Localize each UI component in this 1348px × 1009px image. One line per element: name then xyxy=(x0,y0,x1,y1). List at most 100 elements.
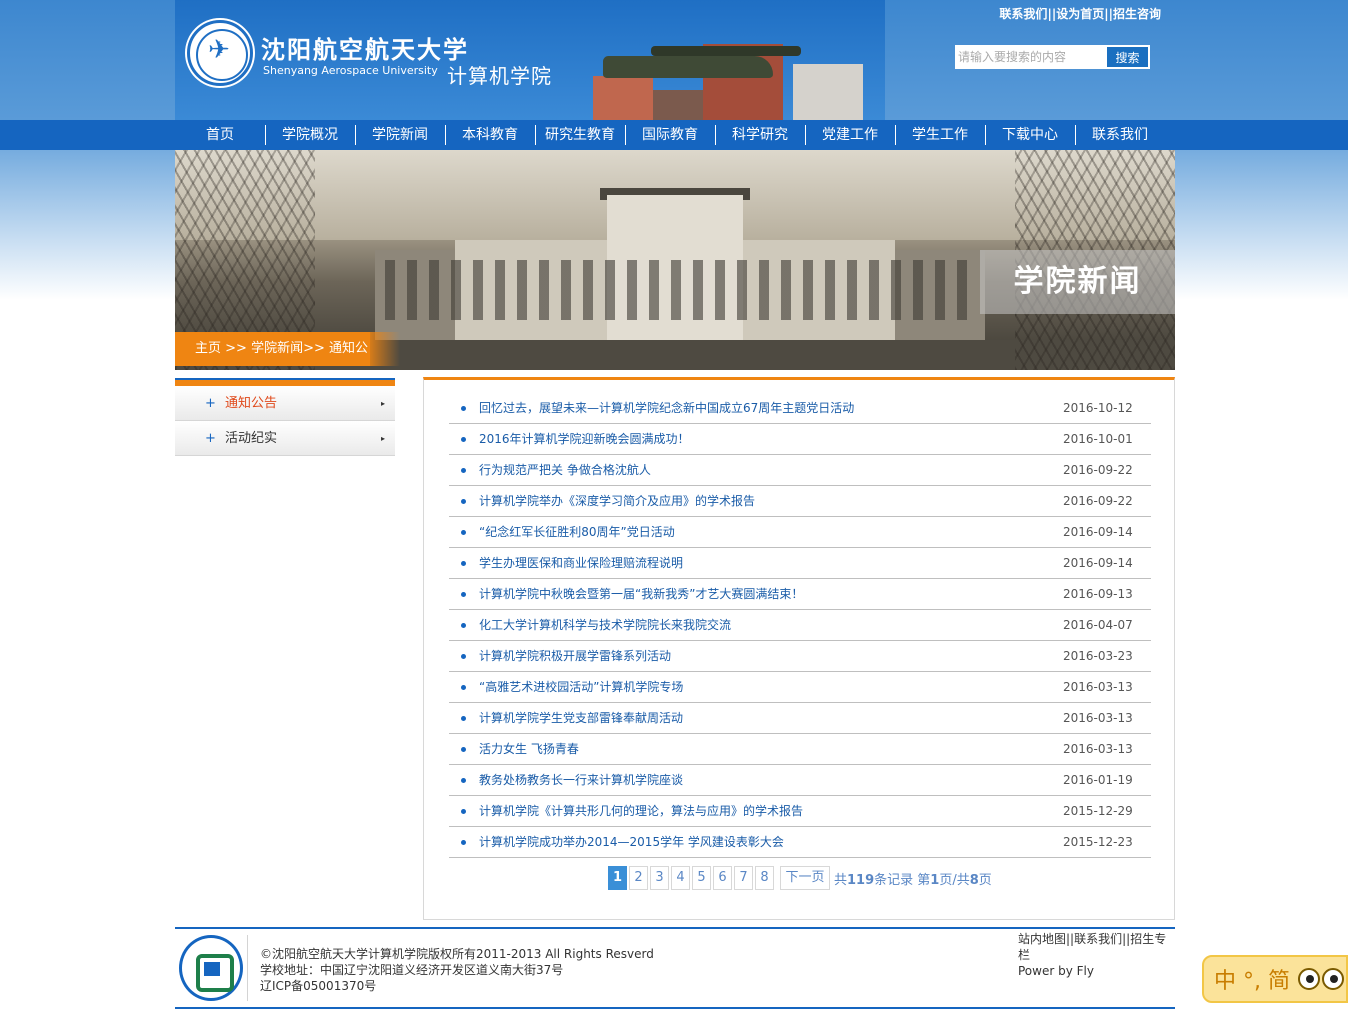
news-date: 2016-09-22 xyxy=(1063,463,1133,477)
footer-divider xyxy=(247,935,248,1001)
news-date: 2016-03-13 xyxy=(1063,711,1133,725)
news-title[interactable]: 计算机学院成功举办2014—2015学年 学风建设表彰大会 xyxy=(479,827,784,857)
page-link-current[interactable]: 1 xyxy=(608,866,627,890)
header: 沈阳航空航天大学 Shenyang Aerospace University 计… xyxy=(175,0,1175,120)
copyright-text: ©沈阳航空航天大学计算机学院版权所有2011-2013 All Rights R… xyxy=(260,947,654,961)
eye-icon xyxy=(1297,968,1320,990)
news-title[interactable]: 计算机学院积极开展学雷锋系列活动 xyxy=(479,641,671,671)
top-link-admissions[interactable]: 招生咨询 xyxy=(1113,7,1161,21)
news-item[interactable]: 化工大学计算机科学与技术学院院长来我院交流 2016-04-07 xyxy=(449,610,1151,641)
news-item[interactable]: 回忆过去，展望未来—计算机学院纪念新中国成立67周年主题党日活动 2016-10-… xyxy=(449,393,1151,424)
news-item[interactable]: 计算机学院中秋晚会暨第一届“我新我秀”才艺大赛圆满结束！ 2016-09-13 xyxy=(449,579,1151,610)
news-panel: 回忆过去，展望未来—计算机学院纪念新中国成立67周年主题党日活动 2016-10-… xyxy=(423,377,1175,920)
footer: ©沈阳航空航天大学计算机学院版权所有2011-2013 All Rights R… xyxy=(175,927,1175,1009)
nav-item-contact[interactable]: 联系我们 xyxy=(1075,120,1165,150)
page-link[interactable]: 7 xyxy=(734,866,753,890)
footer-link-sitemap[interactable]: 站内地图 xyxy=(1018,932,1066,946)
top-link-contact[interactable]: 联系我们 xyxy=(999,7,1047,21)
news-title[interactable]: 学生办理医保和商业保险理赔流程说明 xyxy=(479,548,683,578)
nav-item-international[interactable]: 国际教育 xyxy=(625,120,715,150)
nav-item-research[interactable]: 科学研究 xyxy=(715,120,805,150)
news-title[interactable]: 教务处杨教务长一行来计算机学院座谈 xyxy=(479,765,683,795)
nav-item-student-affairs[interactable]: 学生工作 xyxy=(895,120,985,150)
news-item[interactable]: 2016年计算机学院迎新晚会圆满成功！ 2016-10-01 xyxy=(449,424,1151,455)
news-title[interactable]: “高雅艺术进校园活动”计算机学院专场 xyxy=(479,672,683,702)
ime-mode-label[interactable]: 中 °, 简 xyxy=(1214,963,1290,995)
breadcrumb: 主页 >> 学院新闻>> 通知公告 xyxy=(175,332,370,366)
top-links: 联系我们||设为首页||招生咨询 xyxy=(999,7,1161,21)
news-date: 2016-09-14 xyxy=(1063,556,1133,570)
news-title[interactable]: 回忆过去，展望未来—计算机学院纪念新中国成立67周年主题党日活动 xyxy=(479,393,854,423)
main-nav: 首页 学院概况 学院新闻 本科教育 研究生教育 国际教育 科学研究 党建工作 学… xyxy=(175,120,1175,150)
news-item[interactable]: 学生办理医保和商业保险理赔流程说明 2016-09-14 xyxy=(449,548,1151,579)
footer-info: ©沈阳航空航天大学计算机学院版权所有2011-2013 All Rights R… xyxy=(260,946,654,994)
news-date: 2016-01-19 xyxy=(1063,773,1133,787)
total-pages: 8 xyxy=(969,872,979,888)
nav-item-home[interactable]: 首页 xyxy=(175,120,265,150)
news-item[interactable]: 计算机学院《计算共形几何的理论，算法与应用》的学术报告 2015-12-29 xyxy=(449,796,1151,827)
page-link[interactable]: 6 xyxy=(713,866,732,890)
page-link[interactable]: 4 xyxy=(671,866,690,890)
news-title[interactable]: 计算机学院中秋晚会暨第一届“我新我秀”才艺大赛圆满结束！ xyxy=(479,579,803,609)
search-button[interactable]: 搜索 xyxy=(1107,47,1148,67)
news-title[interactable]: 行为规范严把关 争做合格沈航人 xyxy=(479,455,651,485)
plus-icon: + xyxy=(205,431,216,446)
pagination: 1 2 3 4 5 6 7 8 下一页 共119条记录 第1页/共8页 xyxy=(608,865,992,891)
eye-icon xyxy=(1321,968,1344,990)
news-title[interactable]: “纪念红军长征胜利80周年”党日活动 xyxy=(479,517,675,547)
news-item[interactable]: 计算机学院举办《深度学习简介及应用》的学术报告 2016-09-22 xyxy=(449,486,1151,517)
nav-item-graduate[interactable]: 研究生教育 xyxy=(535,120,625,150)
news-title[interactable]: 化工大学计算机科学与技术学院院长来我院交流 xyxy=(479,610,731,640)
page-link[interactable]: 5 xyxy=(692,866,711,890)
news-title[interactable]: 2016年计算机学院迎新晚会圆满成功！ xyxy=(479,424,690,454)
news-title[interactable]: 计算机学院《计算共形几何的理论，算法与应用》的学术报告 xyxy=(479,796,803,826)
header-tools: 联系我们||设为首页||招生咨询 搜索 xyxy=(885,0,1175,120)
news-date: 2015-12-23 xyxy=(1063,835,1133,849)
banner-caption: 学院新闻 xyxy=(980,250,1175,314)
airplane-wing-shape xyxy=(651,46,801,56)
news-item[interactable]: “纪念红军长征胜利80周年”党日活动 2016-09-14 xyxy=(449,517,1151,548)
news-date: 2016-09-13 xyxy=(1063,587,1133,601)
news-item[interactable]: 活力女生 飞扬青春 2016-03-13 xyxy=(449,734,1151,765)
breadcrumb-fade xyxy=(370,332,400,366)
chevron-right-icon: ▸ xyxy=(380,399,385,408)
news-title[interactable]: 计算机学院举办《深度学习简介及应用》的学术报告 xyxy=(479,486,755,516)
news-title[interactable]: 计算机学院学生党支部雷锋奉献周活动 xyxy=(479,703,683,733)
ime-mascot-icon xyxy=(1297,968,1346,990)
section-banner: 学院新闻 主页 >> 学院新闻>> 通知公告 xyxy=(175,150,1175,370)
news-title[interactable]: 活力女生 飞扬青春 xyxy=(479,734,579,764)
nav-item-news[interactable]: 学院新闻 xyxy=(355,120,445,150)
news-item[interactable]: 行为规范严把关 争做合格沈航人 2016-09-22 xyxy=(449,455,1151,486)
current-page-number: 1 xyxy=(930,872,940,888)
sidebar-item-activities[interactable]: + 活动纪实 ▸ xyxy=(175,421,395,456)
news-item[interactable]: 计算机学院成功举办2014—2015学年 学风建设表彰大会 2015-12-23 xyxy=(449,827,1151,858)
news-item[interactable]: 计算机学院学生党支部雷锋奉献周活动 2016-03-13 xyxy=(449,703,1151,734)
nav-item-undergraduate[interactable]: 本科教育 xyxy=(445,120,535,150)
footer-link-contact[interactable]: 联系我们 xyxy=(1074,932,1122,946)
page-link[interactable]: 2 xyxy=(629,866,648,890)
ime-toolbar[interactable]: 中 °, 简 xyxy=(1202,955,1348,1003)
top-link-set-home[interactable]: 设为首页 xyxy=(1056,7,1104,21)
search-input[interactable] xyxy=(956,46,1106,68)
chevron-right-icon: ▸ xyxy=(380,434,385,443)
nav-item-downloads[interactable]: 下载中心 xyxy=(985,120,1075,150)
icp-text: 辽ICP备05001370号 xyxy=(260,979,377,993)
pagination-info: 共119条记录 第1页/共8页 xyxy=(834,872,992,888)
breadcrumb-home[interactable]: 主页 xyxy=(195,341,221,356)
page-link[interactable]: 3 xyxy=(650,866,669,890)
page-link[interactable]: 8 xyxy=(755,866,774,890)
plus-icon: + xyxy=(205,396,216,411)
nav-item-overview[interactable]: 学院概况 xyxy=(265,120,355,150)
nav-item-party[interactable]: 党建工作 xyxy=(805,120,895,150)
header-banner: 沈阳航空航天大学 Shenyang Aerospace University 计… xyxy=(175,0,885,120)
news-item[interactable]: 计算机学院积极开展学雷锋系列活动 2016-03-23 xyxy=(449,641,1151,672)
news-item[interactable]: “高雅艺术进校园活动”计算机学院专场 2016-03-13 xyxy=(449,672,1151,703)
news-date: 2016-10-01 xyxy=(1063,432,1133,446)
next-page-button[interactable]: 下一页 xyxy=(780,866,830,890)
school-name-cn: 沈阳航空航天大学 xyxy=(261,35,469,64)
university-seal-logo[interactable] xyxy=(187,20,253,86)
news-item[interactable]: 教务处杨教务长一行来计算机学院座谈 2016-01-19 xyxy=(449,765,1151,796)
sidebar-item-notices[interactable]: + 通知公告 ▸ xyxy=(175,386,395,421)
news-date: 2016-09-22 xyxy=(1063,494,1133,508)
breadcrumb-news[interactable]: 学院新闻 xyxy=(251,341,303,356)
